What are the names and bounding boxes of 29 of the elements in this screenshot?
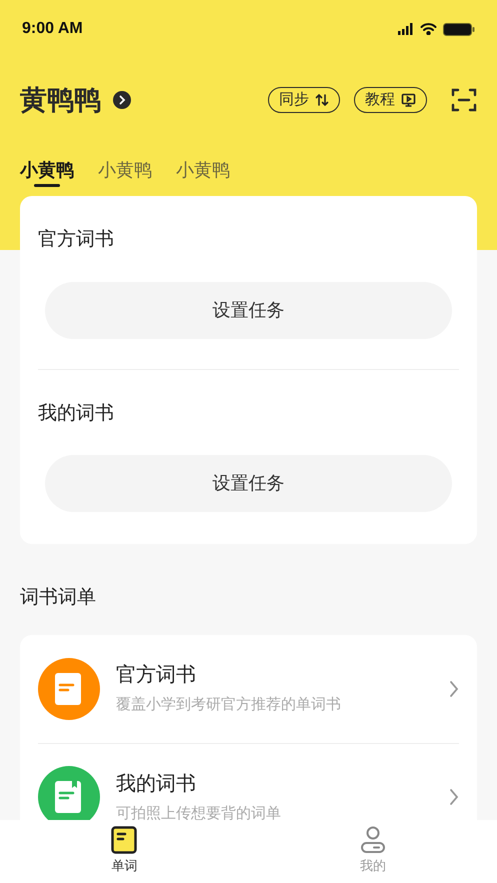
book-subtitle: 覆盖小学到考研官方推荐的单词书 (116, 695, 342, 716)
section-title: 官方词书 (38, 228, 115, 252)
person-icon (360, 826, 386, 854)
book-title: 我的词书 (116, 772, 197, 797)
section-title: 我的词书 (38, 402, 115, 426)
wifi-icon (420, 23, 437, 35)
account-title-button[interactable]: 黄鸭鸭 (20, 80, 131, 120)
book-list-item[interactable]: 官方词书 覆盖小学到考研官方推荐的单词书 (38, 634, 459, 742)
swap-arrows-icon (315, 93, 329, 107)
book-title: 官方词书 (116, 663, 197, 688)
section-heading: 词书词单 (19, 586, 97, 610)
chevron-right-icon (449, 680, 459, 698)
scan-button[interactable] (451, 87, 477, 113)
nav-tab[interactable]: 单词 (0, 820, 248, 883)
book-icon (111, 826, 138, 854)
set-task-button[interactable]: 设置任务 (45, 455, 452, 512)
pill-button[interactable]: 教程 (354, 87, 427, 113)
book-subtitle: 可拍照上传想要背的词单 (116, 804, 282, 820)
signal-icon (398, 23, 414, 35)
chevron-right-icon (449, 788, 459, 806)
status-time: 9:00 AM (22, 19, 83, 39)
battery-icon (443, 22, 475, 36)
set-task-button[interactable]: 设置任务 (45, 282, 452, 338)
tab[interactable]: 小黄鸭 (176, 152, 230, 188)
chevron-right-icon (113, 91, 131, 109)
pill-button[interactable]: 同步 (268, 87, 340, 113)
screen-icon (401, 93, 416, 107)
tab[interactable]: 小黄鸭 (20, 152, 74, 188)
tab[interactable]: 小黄鸭 (98, 152, 152, 188)
